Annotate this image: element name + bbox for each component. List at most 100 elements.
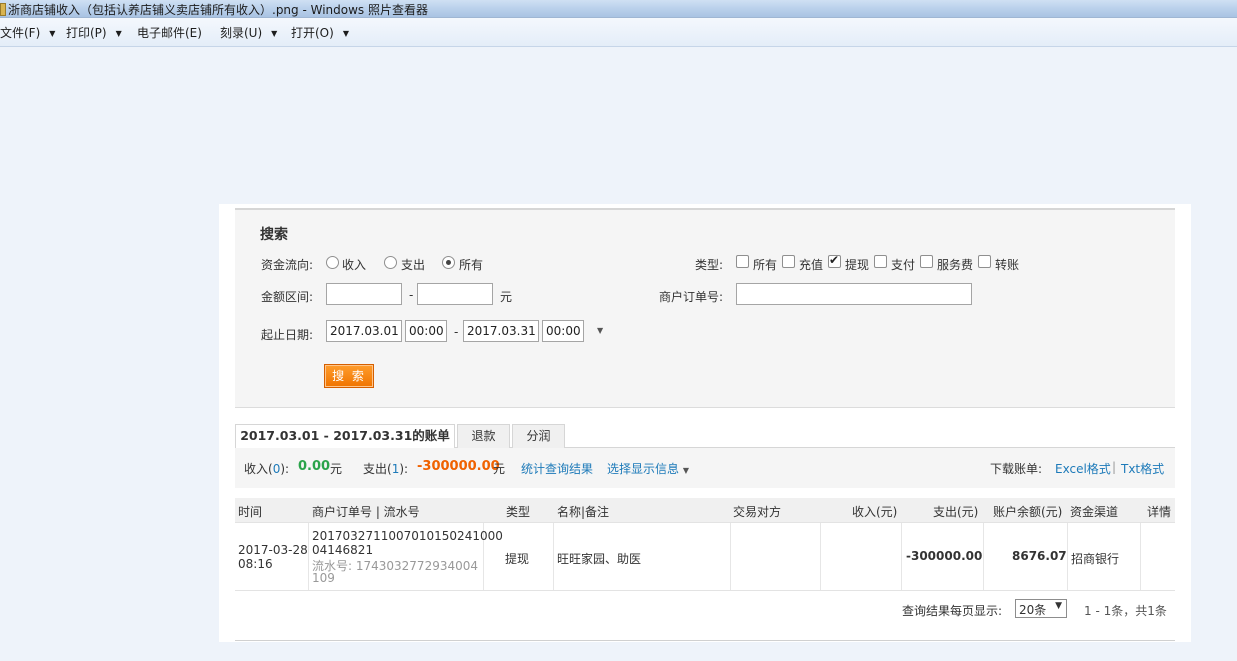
download-excel-link[interactable]: Excel格式	[1055, 460, 1111, 477]
tab-bill[interactable]: 2017.03.01 - 2017.03.31的账单	[235, 424, 455, 449]
menu-email-label: 电子邮件(E)	[137, 26, 202, 40]
table-row: 2017-03-28 08:16 20170327110070101502410…	[235, 522, 1175, 591]
col-channel: 资金渠道	[1070, 505, 1119, 519]
income-unit: 元	[330, 462, 343, 476]
column-divider	[1067, 523, 1068, 590]
bottom-divider	[235, 640, 1175, 641]
menu-file[interactable]: 文件(F) ▼	[0, 24, 55, 41]
download-divider: |	[1112, 460, 1117, 474]
type-checkbox-transfer[interactable]	[978, 255, 991, 268]
tab-refund[interactable]: 退款	[457, 424, 510, 448]
menu-burn-label: 刻录(U)	[220, 26, 263, 40]
download-label: 下载账单:	[990, 462, 1043, 476]
flow-radio-income[interactable]	[326, 256, 339, 269]
photo-viewer-icon	[0, 3, 6, 16]
download-txt-link[interactable]: Txt格式	[1121, 460, 1164, 477]
type-checkbox-recharge[interactable]	[782, 255, 795, 268]
column-divider	[553, 523, 554, 590]
menu-print-label: 打印(P)	[66, 26, 107, 40]
row-order-number: 2017032711007010150241000	[312, 529, 503, 543]
flow-option-income: 收入	[342, 258, 367, 272]
start-date-input[interactable]: 2017.03.01	[326, 320, 402, 342]
menu-open[interactable]: 打开(O) ▼	[291, 24, 349, 41]
chevron-down-icon[interactable]: ▼	[597, 326, 603, 335]
row-order-number-cont: 04146821	[312, 543, 374, 557]
window-title: 浙商店铺收入（包括认养店铺义卖店铺所有收入）.png - Windows 照片查…	[0, 1, 428, 18]
type-checkbox-all[interactable]	[736, 255, 749, 268]
row-time: 08:16	[238, 557, 273, 571]
date-range-label: 起止日期:	[261, 328, 314, 342]
end-time-input[interactable]: 00:00	[542, 320, 584, 342]
col-type: 类型	[506, 505, 531, 519]
column-divider	[1140, 523, 1141, 590]
pager-label: 查询结果每页显示:	[902, 604, 1003, 618]
amount-min-input[interactable]	[326, 283, 402, 305]
display-options-link[interactable]: 选择显示信息 ▼	[607, 460, 689, 477]
menu-bar: 文件(F) ▼ 打印(P) ▼ 电子邮件(E) 刻录(U) ▼ 打开(O) ▼	[0, 18, 1237, 47]
display-options-label: 选择显示信息	[607, 462, 680, 476]
date-separator: -	[454, 325, 459, 339]
start-time-input[interactable]: 00:00	[405, 320, 447, 342]
order-number-input[interactable]	[736, 283, 972, 305]
chevron-down-icon: ▼	[115, 29, 122, 38]
stats-result-link[interactable]: 统计查询结果	[521, 460, 593, 477]
expense-amount: -300000.00	[417, 459, 500, 474]
type-checkbox-service-fee[interactable]	[920, 255, 933, 268]
flow-radio-expense[interactable]	[384, 256, 397, 269]
flow-option-all: 所有	[459, 258, 484, 272]
per-page-select[interactable]: 20条 ▼	[1015, 599, 1067, 618]
column-divider	[730, 523, 731, 590]
type-option-withdraw: 提现	[845, 258, 870, 272]
row-date: 2017-03-28	[238, 543, 308, 557]
search-button[interactable]: 搜 索	[324, 364, 374, 388]
menu-email[interactable]: 电子邮件(E)	[137, 24, 202, 41]
income-summary: 收入(0):	[244, 460, 289, 477]
row-serial-number: 流水号: 1743032772934004	[312, 559, 479, 573]
type-label: 类型:	[695, 258, 724, 272]
window-title-bar: 浙商店铺收入（包括认养店铺义卖店铺所有收入）.png - Windows 照片查…	[0, 0, 1237, 18]
col-name-note: 名称|备注	[557, 505, 610, 519]
row-name-note: 旺旺家园、助医	[557, 552, 642, 566]
type-option-recharge: 充值	[799, 258, 824, 272]
per-page-value: 20条	[1019, 603, 1047, 617]
flow-radio-all[interactable]	[442, 256, 455, 269]
column-divider	[308, 523, 309, 590]
amount-max-input[interactable]	[417, 283, 493, 305]
income-label: 收入(	[244, 462, 273, 476]
chevron-down-icon: ▼	[682, 466, 689, 475]
bill-tabs: 2017.03.01 - 2017.03.31的账单 退款 分润	[235, 424, 1175, 449]
column-divider	[983, 523, 984, 590]
menu-burn[interactable]: 刻录(U) ▼	[220, 24, 277, 41]
chevron-down-icon: ▼	[271, 29, 278, 38]
end-date-input[interactable]: 2017.03.31	[463, 320, 539, 342]
type-option-service-fee: 服务费	[937, 258, 974, 272]
tab-profit-share[interactable]: 分润	[512, 424, 565, 448]
row-expense: -300000.00	[906, 549, 983, 563]
column-divider	[820, 523, 821, 590]
expense-summary: 支出(1):	[363, 460, 408, 477]
search-title: 搜索	[260, 227, 288, 243]
type-option-all: 所有	[753, 258, 778, 272]
chevron-down-icon: ▼	[49, 29, 56, 38]
displayed-image: 搜索 资金流向: 收入 支出 所有 类型: 所有 充值 提现 支付 服务费 转账…	[219, 204, 1191, 642]
col-time: 时间	[238, 505, 263, 519]
income-label-close: ):	[280, 462, 290, 476]
col-counterparty: 交易对方	[733, 505, 782, 519]
chevron-down-icon: ▼	[342, 29, 349, 38]
order-number-label: 商户订单号:	[659, 290, 724, 304]
flow-option-expense: 支出	[401, 258, 426, 272]
row-balance: 8676.07	[1012, 549, 1067, 563]
row-serial-number-cont: 109	[312, 571, 335, 585]
window-title-text: 浙商店铺收入（包括认养店铺义卖店铺所有收入）.png - Windows 照片查…	[8, 3, 428, 17]
amount-label: 金额区间:	[261, 290, 314, 304]
menu-print[interactable]: 打印(P) ▼	[66, 24, 122, 41]
type-option-payment: 支付	[891, 258, 916, 272]
menu-file-label: 文件(F)	[0, 26, 41, 40]
pager-info: 1 - 1条，共1条	[1084, 604, 1167, 618]
type-checkbox-withdraw[interactable]	[828, 253, 841, 268]
column-divider	[901, 523, 902, 590]
type-checkbox-payment[interactable]	[874, 255, 887, 268]
amount-separator: -	[409, 288, 414, 302]
row-type: 提现	[505, 552, 530, 566]
row-channel: 招商银行	[1071, 552, 1120, 566]
